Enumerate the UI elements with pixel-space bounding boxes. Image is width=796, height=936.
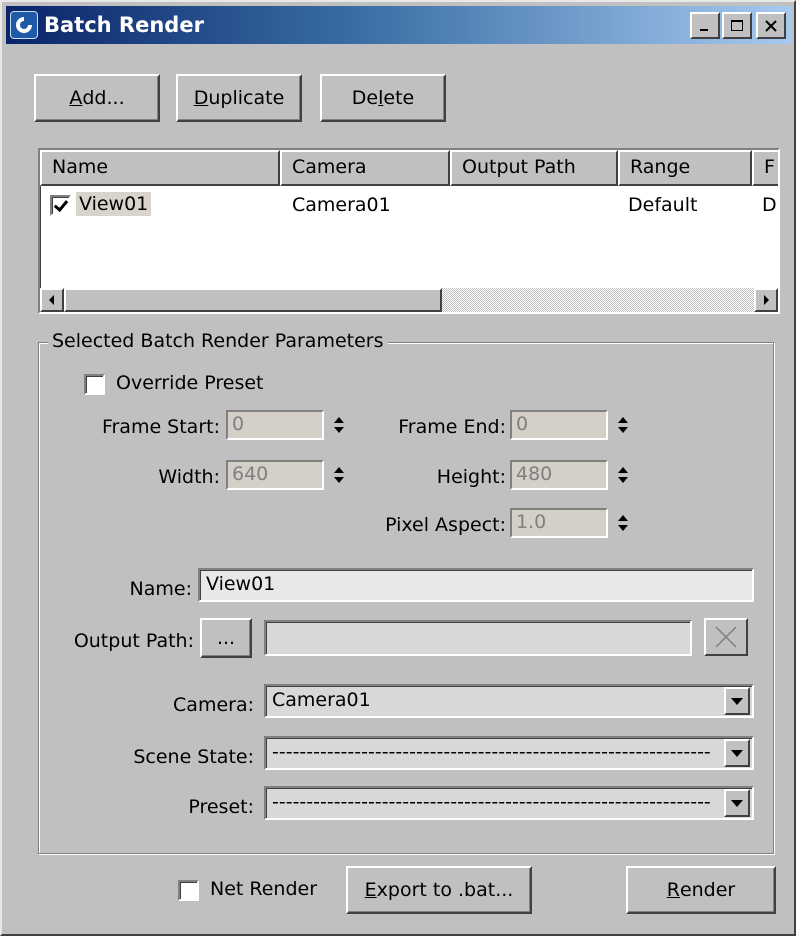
scene-state-select[interactable]: ----------------------------------------… (264, 736, 754, 770)
column-header-output-path[interactable]: Output Path (450, 150, 618, 186)
frame-end-input[interactable]: 0 (510, 410, 608, 440)
frame-start-label: Frame Start: (101, 416, 220, 438)
scroll-thumb[interactable] (64, 288, 442, 312)
chevron-down-icon (731, 697, 743, 705)
batch-render-window: Batch Render Add... Duplicate De l ete Nam… (0, 0, 796, 936)
column-header-extra[interactable]: F (752, 150, 778, 186)
column-header-camera[interactable]: Camera (280, 150, 450, 186)
duplicate-button[interactable]: Duplicate (176, 74, 302, 122)
browse-output-button[interactable]: ... (200, 618, 252, 658)
row-enabled-checkbox[interactable] (50, 195, 71, 216)
pixel-aspect-input[interactable]: 1.0 (510, 508, 608, 538)
name-input[interactable]: View01 (198, 568, 754, 602)
render-button[interactable]: Render (626, 866, 776, 914)
delete-button[interactable]: De l ete (320, 74, 446, 122)
table-row[interactable]: View01 Camera01 Default D (40, 190, 778, 224)
row-name: View01 (76, 192, 152, 216)
output-path-input[interactable] (264, 620, 692, 656)
width-spinner[interactable] (330, 460, 348, 490)
frame-start-input[interactable]: 0 (226, 410, 324, 440)
parameters-group-label: Selected Batch Render Parameters (48, 330, 388, 352)
width-label: Width: (158, 466, 220, 488)
camera-dropdown-button[interactable] (724, 687, 750, 715)
add-button[interactable]: Add... (34, 74, 160, 122)
chevron-down-icon (731, 749, 743, 757)
maximize-icon (731, 19, 743, 31)
name-label: Name: (129, 578, 192, 600)
close-button[interactable] (756, 12, 786, 39)
window-title: Batch Render (44, 13, 204, 37)
scroll-track[interactable] (442, 288, 754, 312)
frame-end-spinner[interactable] (614, 410, 632, 440)
override-preset-checkbox[interactable] (84, 374, 105, 395)
chevron-down-icon (731, 799, 743, 807)
scroll-left-button[interactable] (40, 288, 64, 312)
row-extra: D (762, 194, 777, 216)
minimize-button[interactable] (690, 12, 720, 39)
export-bat-button[interactable]: Export to .bat... (346, 866, 532, 914)
pixel-aspect-spinner[interactable] (614, 508, 632, 538)
list-header: Name Camera Output Path Range F (40, 150, 778, 186)
close-icon (765, 19, 777, 32)
clear-output-button[interactable] (704, 618, 748, 656)
preset-dropdown-button[interactable] (724, 789, 750, 817)
scroll-right-button[interactable] (754, 288, 778, 312)
net-render-checkbox[interactable] (178, 880, 199, 901)
arrow-left-icon (49, 295, 54, 305)
frame-start-spinner[interactable] (330, 410, 348, 440)
column-header-name[interactable]: Name (40, 150, 280, 186)
arrow-right-icon (764, 295, 769, 305)
title-bar[interactable]: Batch Render (6, 6, 792, 44)
minimize-icon (700, 28, 708, 31)
camera-select[interactable]: Camera01 (264, 684, 754, 718)
net-render-label: Net Render (210, 878, 318, 900)
row-range: Default (628, 194, 698, 216)
clear-x-icon (715, 626, 737, 648)
scene-state-dropdown-button[interactable] (724, 739, 750, 767)
camera-label: Camera: (173, 694, 254, 716)
preset-select[interactable]: ----------------------------------------… (264, 786, 754, 820)
batch-list[interactable]: Name Camera Output Path Range F View01 C… (38, 148, 780, 314)
width-input[interactable]: 640 (226, 460, 324, 490)
horizontal-scrollbar[interactable] (40, 288, 778, 312)
output-path-label: Output Path: (73, 630, 194, 652)
preset-label: Preset: (188, 796, 254, 818)
frame-end-label: Frame End: (398, 416, 506, 438)
height-input[interactable]: 480 (510, 460, 608, 490)
height-spinner[interactable] (614, 460, 632, 490)
app-logo-icon (10, 11, 38, 39)
pixel-aspect-label: Pixel Aspect: (385, 514, 506, 536)
override-preset-label: Override Preset (116, 372, 264, 394)
scene-state-label: Scene State: (133, 746, 254, 768)
column-header-range[interactable]: Range (618, 150, 752, 186)
row-camera: Camera01 (292, 194, 391, 216)
height-label: Height: (436, 466, 506, 488)
maximize-button[interactable] (722, 12, 752, 39)
